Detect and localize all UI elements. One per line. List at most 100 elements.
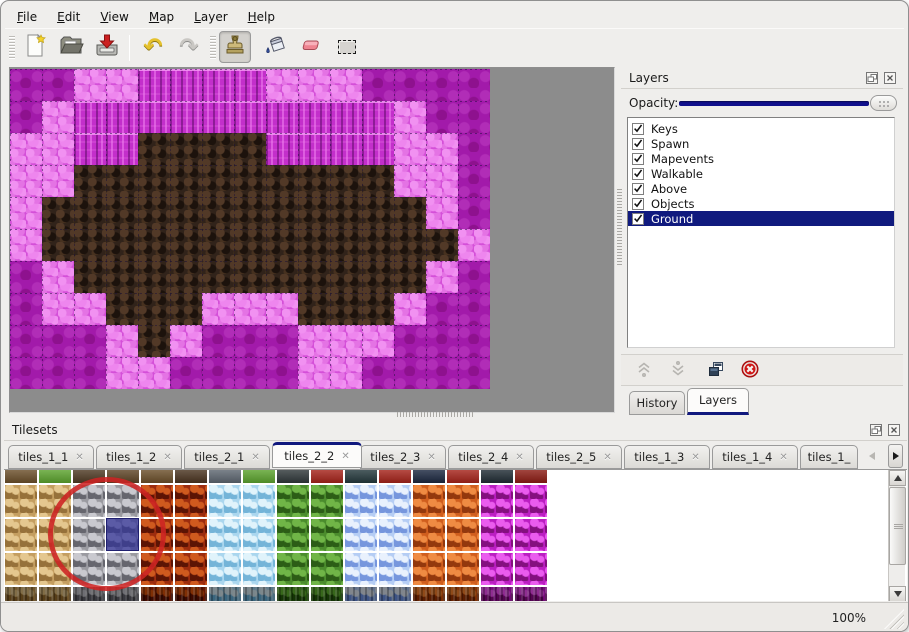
delete-layer-button[interactable] — [737, 359, 763, 383]
tileset-tile[interactable] — [447, 485, 479, 517]
tab-scroll-right-button[interactable] — [888, 444, 903, 468]
tab-tiles_1_1[interactable]: tiles_1_1✕ — [8, 445, 94, 469]
save-file-button[interactable] — [91, 31, 123, 63]
tileset-tile[interactable] — [209, 553, 241, 585]
tileset-tile[interactable] — [209, 587, 241, 601]
close-panel-icon[interactable] — [883, 71, 897, 85]
layer-row-spawn[interactable]: Spawn — [628, 136, 894, 151]
tileset-tile-partial[interactable] — [277, 470, 309, 483]
tileset-view[interactable] — [4, 469, 907, 601]
scroll-up-button[interactable] — [889, 470, 906, 486]
stamp-tool-button[interactable] — [219, 31, 251, 63]
tab-close-icon[interactable]: ✕ — [427, 452, 435, 463]
tileset-tile[interactable] — [481, 485, 513, 517]
tileset-tile[interactable] — [5, 485, 37, 517]
tab-close-icon[interactable]: ✕ — [779, 452, 787, 463]
tileset-tile[interactable] — [311, 587, 343, 601]
tileset-tile[interactable] — [277, 587, 309, 601]
resize-grip[interactable] — [884, 609, 904, 629]
tab-tiles_1_3[interactable]: tiles_1_3✕ — [624, 445, 710, 469]
tileset-tile[interactable] — [447, 587, 479, 601]
tileset-tile[interactable] — [413, 587, 445, 601]
tileset-tile[interactable] — [277, 485, 309, 517]
tileset-tile[interactable] — [243, 485, 275, 517]
close-panel-icon[interactable] — [887, 423, 901, 437]
tileset-tile[interactable] — [379, 519, 411, 551]
new-file-button[interactable] — [19, 31, 51, 63]
duplicate-layer-button[interactable] — [703, 359, 729, 383]
tileset-scrollbar[interactable] — [888, 470, 905, 601]
tileset-tile-partial[interactable] — [5, 470, 37, 483]
menu-item-edit[interactable]: Edit — [49, 8, 88, 26]
tab-close-icon[interactable]: ✕ — [163, 452, 171, 463]
tab-tiles_2_5[interactable]: tiles_2_5✕ — [536, 445, 622, 469]
tileset-tile[interactable] — [379, 485, 411, 517]
tileset-tile-partial[interactable] — [447, 470, 479, 483]
tileset-tile[interactable] — [243, 587, 275, 601]
undo-button[interactable]: ↶ — [137, 31, 169, 63]
layer-row-mapevents[interactable]: Mapevents — [628, 151, 894, 166]
tileset-tile-partial[interactable] — [39, 470, 71, 483]
tab-history[interactable]: History — [629, 391, 685, 415]
toolbar-grip[interactable] — [210, 36, 216, 60]
tileset-tile[interactable] — [515, 553, 547, 585]
tab-tiles_2_3[interactable]: tiles_2_3✕ — [360, 445, 446, 469]
fill-tool-button[interactable] — [259, 31, 291, 63]
menu-item-file[interactable]: File — [9, 8, 45, 26]
float-panel-icon[interactable] — [865, 71, 879, 85]
checkbox-icon[interactable] — [632, 168, 644, 180]
opacity-slider-handle[interactable] — [870, 95, 897, 111]
tab-tiles_1_4[interactable]: tiles_1_4✕ — [712, 445, 798, 469]
tab-scroll-left-button[interactable] — [864, 444, 879, 468]
tileset-tile[interactable] — [413, 485, 445, 517]
checkbox-icon[interactable] — [632, 123, 644, 135]
tileset-tile[interactable] — [311, 519, 343, 551]
tileset-tile[interactable] — [447, 553, 479, 585]
layer-row-objects[interactable]: Objects — [628, 196, 894, 211]
scroll-down-button[interactable] — [889, 586, 906, 601]
tileset-tile[interactable] — [481, 519, 513, 551]
tab-tiles_1_2[interactable]: tiles_1_2✕ — [96, 445, 182, 469]
tileset-tile-partial[interactable] — [175, 470, 207, 483]
open-file-button[interactable] — [55, 31, 87, 63]
redo-button[interactable]: ↷ — [173, 31, 205, 63]
layer-row-above[interactable]: Above — [628, 181, 894, 196]
tileset-tile-partial[interactable] — [209, 470, 241, 483]
tileset-tile-partial[interactable] — [413, 470, 445, 483]
tileset-tile[interactable] — [447, 519, 479, 551]
tileset-tile[interactable] — [175, 587, 207, 601]
tileset-tile[interactable] — [277, 553, 309, 585]
tileset-tile-partial[interactable] — [345, 470, 377, 483]
tileset-tile[interactable] — [481, 587, 513, 601]
move-layer-down-button[interactable] — [665, 359, 691, 383]
tileset-tile[interactable] — [481, 553, 513, 585]
tileset-tile-partial[interactable] — [141, 470, 173, 483]
menu-item-layer[interactable]: Layer — [186, 8, 235, 26]
tab-close-icon[interactable]: ✕ — [75, 452, 83, 463]
tileset-tile-partial[interactable] — [481, 470, 513, 483]
tileset-tile[interactable] — [39, 587, 71, 601]
tileset-tile[interactable] — [413, 553, 445, 585]
tab-close-icon[interactable]: ✕ — [251, 452, 259, 463]
tileset-tile-partial[interactable] — [515, 470, 547, 483]
menu-item-map[interactable]: Map — [141, 8, 182, 26]
layer-row-ground[interactable]: Ground — [628, 211, 894, 226]
tileset-tile[interactable] — [311, 553, 343, 585]
tab-tiles_2_2[interactable]: tiles_2_2✕ — [272, 442, 362, 468]
tileset-tile[interactable] — [345, 553, 377, 585]
menu-item-view[interactable]: View — [92, 8, 136, 26]
tileset-tile[interactable] — [175, 485, 207, 517]
map-canvas[interactable] — [9, 67, 615, 413]
tileset-tile[interactable] — [345, 587, 377, 601]
toolbar-grip[interactable] — [9, 36, 15, 60]
tileset-tile[interactable] — [515, 587, 547, 601]
tab-tiles_2_4[interactable]: tiles_2_4✕ — [448, 445, 534, 469]
tab-close-icon[interactable]: ✕ — [515, 452, 523, 463]
tileset-tile[interactable] — [175, 553, 207, 585]
tab-tiles_1[interactable]: tiles_1_ — [800, 445, 858, 469]
tileset-tile-partial[interactable] — [379, 470, 411, 483]
eraser-tool-button[interactable] — [295, 31, 327, 63]
tileset-tile[interactable] — [379, 587, 411, 601]
tileset-tile[interactable] — [175, 519, 207, 551]
checkbox-icon[interactable] — [632, 213, 644, 225]
